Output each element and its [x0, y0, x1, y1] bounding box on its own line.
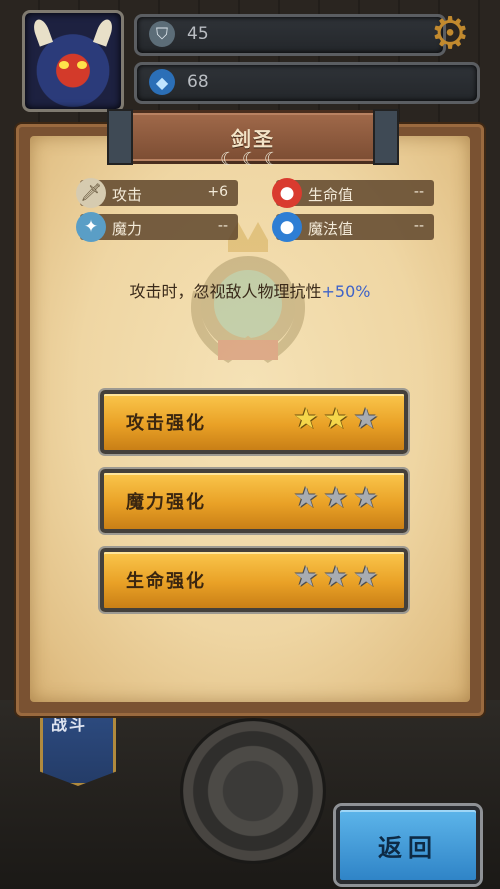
star-empty-icon: ★ — [293, 560, 319, 593]
back-button-label: 返回 — [378, 834, 438, 862]
upgrade-health-button[interactable]: 生命强化 ★ ★ ★ — [100, 548, 408, 612]
upgrade-health-label: 生命强化 — [126, 571, 206, 592]
stat-mana-value: -- — [413, 218, 424, 234]
armor-value: 45 — [187, 24, 209, 44]
stat-mana: ● 魔法值 -- — [272, 212, 434, 242]
moon-icon: ☾ — [220, 148, 237, 170]
health-potion-icon: ● — [272, 178, 302, 208]
gem-value: 68 — [187, 72, 209, 92]
skill-description-text: 攻击时，忽视敌人物理抗性 — [129, 282, 322, 301]
gear-icon[interactable]: ⚙ — [428, 12, 472, 56]
upgrade-attack-label: 攻击强化 — [126, 413, 206, 434]
moon-icon: ☾ — [241, 148, 259, 170]
floor-seal — [180, 718, 326, 864]
moon-icon: ☾ — [263, 148, 280, 170]
avatar-eye-right — [77, 61, 87, 69]
upgrade-magic-label: 魔力强化 — [126, 492, 206, 513]
upgrade-attack-stars: ★ ★ ★ — [292, 405, 380, 433]
avatar-horn-left — [30, 17, 54, 47]
magic-staff-icon: ✦ — [76, 212, 106, 242]
star-empty-icon: ★ — [323, 481, 349, 514]
star-empty-icon: ★ — [323, 560, 349, 593]
mana-potion-icon: ● — [272, 212, 302, 242]
back-button[interactable]: 返回 — [336, 806, 480, 884]
upgrade-magic-button[interactable]: 魔力强化 ★ ★ ★ — [100, 469, 408, 533]
star-empty-icon: ★ — [353, 481, 379, 514]
rank-moons: ☾ ☾ ☾ — [220, 148, 280, 170]
avatar-horn-right — [92, 17, 116, 47]
hero-avatar[interactable] — [22, 10, 124, 112]
avatar-eye-left — [59, 61, 69, 69]
gem-counter: ◆ 68 — [134, 62, 480, 104]
stat-health-label: 生命值 — [308, 186, 354, 204]
upgrade-attack-button[interactable]: 攻击强化 ★ ★ ★ — [100, 390, 408, 454]
stat-attack: 🗡 攻击 +6 — [76, 178, 238, 208]
star-empty-icon: ★ — [293, 481, 319, 514]
armor-counter: ⛉ 45 — [134, 14, 446, 56]
armor-icon: ⛉ — [149, 21, 175, 47]
gem-icon: ◆ — [149, 69, 175, 95]
skill-description: 攻击时，忽视敌人物理抗性+50% — [0, 278, 500, 302]
stat-health: ● 生命值 -- — [272, 178, 434, 208]
sword-icon: 🗡 — [76, 178, 106, 208]
star-empty-icon: ★ — [353, 560, 379, 593]
stat-attack-value: +6 — [207, 184, 228, 200]
stat-mana-label: 魔法值 — [308, 220, 354, 238]
stat-magic-label: 魔力 — [112, 220, 143, 238]
skill-description-highlight: +50% — [321, 282, 371, 301]
upgrade-health-stars: ★ ★ ★ — [292, 563, 380, 591]
star-filled-icon: ★ — [293, 402, 319, 435]
stat-magic: ✦ 魔力 -- — [76, 212, 238, 242]
stat-magic-value: -- — [217, 218, 228, 234]
stat-health-value: -- — [413, 184, 424, 200]
stat-attack-label: 攻击 — [112, 186, 143, 204]
star-filled-icon: ★ — [323, 402, 349, 435]
star-empty-icon: ★ — [353, 402, 379, 435]
upgrade-magic-stars: ★ ★ ★ — [292, 484, 380, 512]
